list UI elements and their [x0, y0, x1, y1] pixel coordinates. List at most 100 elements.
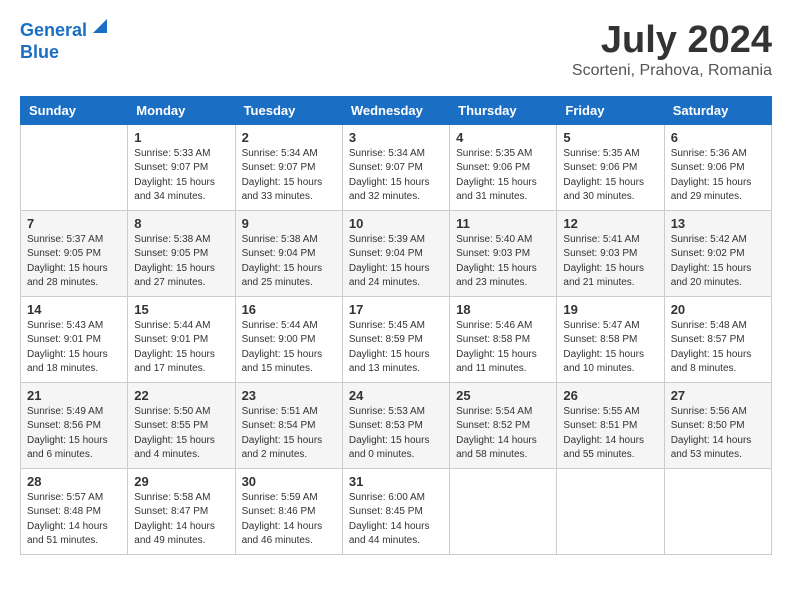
calendar-cell: 1Sunrise: 5:33 AMSunset: 9:07 PMDaylight… [128, 124, 235, 210]
day-info: Sunrise: 5:53 AMSunset: 8:53 PMDaylight:… [349, 405, 443, 463]
weekday-header: Wednesday [342, 96, 449, 124]
day-info: Sunrise: 5:34 AMSunset: 9:07 PMDaylight:… [349, 147, 443, 205]
calendar-cell: 25 Sunrise: 5:54 AMSunset: 8:52 PMDayligh… [450, 382, 557, 468]
calendar-week-row: 28Sunrise: 5:57 AMSunset: 8:48 PMDayligh… [21, 468, 772, 554]
page-header: General Blue July 2024 Scorteni, Prahova… [20, 20, 772, 80]
day-info: Sunrise: 5:38 AMSunset: 9:04 PMDaylight:… [242, 233, 336, 291]
day-info: Sunrise: 5:42 AMSunset: 9:02 PMDaylight:… [671, 233, 765, 291]
day-number: 1 [134, 130, 228, 145]
day-number: 17 [349, 302, 443, 317]
calendar-week-row: 14 Sunrise: 5:43 AMSunset: 9:01 PMDayligh… [21, 296, 772, 382]
day-number: 9 [242, 216, 336, 231]
day-number: 31 [349, 474, 443, 489]
day-number: 28 [27, 474, 121, 489]
calendar-cell: 29 Sunrise: 5:58 AMSunset: 8:47 PMDayligh… [128, 468, 235, 554]
calendar-cell: 31 Sunrise: 6:00 AMSunset: 8:45 PMDayligh… [342, 468, 449, 554]
calendar-cell: 12Sunrise: 5:41 AMSunset: 9:03 PMDayligh… [557, 210, 664, 296]
day-info: Sunrise: 5:56 AMSunset: 8:50 PMDaylight:… [671, 405, 765, 463]
day-number: 29 [134, 474, 228, 489]
day-number: 4 [456, 130, 550, 145]
subtitle: Scorteni, Prahova, Romania [572, 62, 772, 80]
day-info: Sunrise: 5:40 AMSunset: 9:03 PMDaylight:… [456, 233, 550, 291]
day-number: 2 [242, 130, 336, 145]
logo: General Blue [20, 20, 107, 63]
logo-text: General [20, 20, 87, 42]
calendar-cell: 6 Sunrise: 5:36 AMSunset: 9:06 PMDaylight… [664, 124, 771, 210]
day-info: Sunrise: 5:47 AMSunset: 8:58 PMDaylight:… [563, 319, 657, 377]
day-number: 11 [456, 216, 550, 231]
day-number: 27 [671, 388, 765, 403]
day-info: Sunrise: 5:44 AMSunset: 9:00 PMDaylight:… [242, 319, 336, 377]
calendar-cell: 24 Sunrise: 5:53 AMSunset: 8:53 PMDayligh… [342, 382, 449, 468]
calendar-cell: 19Sunrise: 5:47 AMSunset: 8:58 PMDayligh… [557, 296, 664, 382]
calendar-cell: 18 Sunrise: 5:46 AMSunset: 8:58 PMDayligh… [450, 296, 557, 382]
day-info: Sunrise: 5:58 AMSunset: 8:47 PMDaylight:… [134, 491, 228, 549]
day-info: Sunrise: 5:38 AMSunset: 9:05 PMDaylight:… [134, 233, 228, 291]
day-info: Sunrise: 5:43 AMSunset: 9:01 PMDaylight:… [27, 319, 121, 377]
calendar-cell: 13 Sunrise: 5:42 AMSunset: 9:02 PMDayligh… [664, 210, 771, 296]
day-info: Sunrise: 5:54 AMSunset: 8:52 PMDaylight:… [456, 405, 550, 463]
day-info: Sunrise: 5:46 AMSunset: 8:58 PMDaylight:… [456, 319, 550, 377]
weekday-header: Thursday [450, 96, 557, 124]
day-info: Sunrise: 5:36 AMSunset: 9:06 PMDaylight:… [671, 147, 765, 205]
day-number: 26 [563, 388, 657, 403]
calendar-cell: 4 Sunrise: 5:35 AMSunset: 9:06 PMDaylight… [450, 124, 557, 210]
day-number: 6 [671, 130, 765, 145]
main-title: July 2024 [572, 20, 772, 62]
calendar-cell: 10Sunrise: 5:39 AMSunset: 9:04 PMDayligh… [342, 210, 449, 296]
calendar-cell: 8 Sunrise: 5:38 AMSunset: 9:05 PMDaylight… [128, 210, 235, 296]
day-number: 18 [456, 302, 550, 317]
title-block: July 2024 Scorteni, Prahova, Romania [572, 20, 772, 80]
calendar-cell: 20 Sunrise: 5:48 AMSunset: 8:57 PMDayligh… [664, 296, 771, 382]
calendar-cell: 5 Sunrise: 5:35 AMSunset: 9:06 PMDaylight… [557, 124, 664, 210]
day-number: 13 [671, 216, 765, 231]
calendar-header-row: SundayMondayTuesdayWednesdayThursdayFrid… [21, 96, 772, 124]
calendar-cell: 22Sunrise: 5:50 AMSunset: 8:55 PMDayligh… [128, 382, 235, 468]
calendar-table: SundayMondayTuesdayWednesdayThursdayFrid… [20, 96, 772, 555]
day-number: 25 [456, 388, 550, 403]
calendar-cell [21, 124, 128, 210]
calendar-cell: 16 Sunrise: 5:44 AMSunset: 9:00 PMDayligh… [235, 296, 342, 382]
day-number: 5 [563, 130, 657, 145]
day-number: 24 [349, 388, 443, 403]
weekday-header: Friday [557, 96, 664, 124]
calendar-cell: 28Sunrise: 5:57 AMSunset: 8:48 PMDayligh… [21, 468, 128, 554]
weekday-header: Saturday [664, 96, 771, 124]
day-info: Sunrise: 5:55 AMSunset: 8:51 PMDaylight:… [563, 405, 657, 463]
day-number: 3 [349, 130, 443, 145]
day-info: Sunrise: 5:51 AMSunset: 8:54 PMDaylight:… [242, 405, 336, 463]
calendar-cell: 14 Sunrise: 5:43 AMSunset: 9:01 PMDayligh… [21, 296, 128, 382]
day-info: Sunrise: 5:35 AMSunset: 9:06 PMDaylight:… [563, 147, 657, 205]
calendar-cell [557, 468, 664, 554]
day-info: Sunrise: 5:45 AMSunset: 8:59 PMDaylight:… [349, 319, 443, 377]
day-info: Sunrise: 6:00 AMSunset: 8:45 PMDaylight:… [349, 491, 443, 549]
day-number: 14 [27, 302, 121, 317]
day-info: Sunrise: 5:48 AMSunset: 8:57 PMDaylight:… [671, 319, 765, 377]
day-number: 20 [671, 302, 765, 317]
day-info: Sunrise: 5:41 AMSunset: 9:03 PMDaylight:… [563, 233, 657, 291]
calendar-cell: 26 Sunrise: 5:55 AMSunset: 8:51 PMDayligh… [557, 382, 664, 468]
calendar-week-row: 7Sunrise: 5:37 AMSunset: 9:05 PMDaylight… [21, 210, 772, 296]
day-info: Sunrise: 5:34 AMSunset: 9:07 PMDaylight:… [242, 147, 336, 205]
day-info: Sunrise: 5:35 AMSunset: 9:06 PMDaylight:… [456, 147, 550, 205]
calendar-cell [450, 468, 557, 554]
calendar-cell: 30Sunrise: 5:59 AMSunset: 8:46 PMDayligh… [235, 468, 342, 554]
calendar-cell: 2 Sunrise: 5:34 AMSunset: 9:07 PMDaylight… [235, 124, 342, 210]
calendar-week-row: 21Sunrise: 5:49 AMSunset: 8:56 PMDayligh… [21, 382, 772, 468]
calendar-week-row: 1Sunrise: 5:33 AMSunset: 9:07 PMDaylight… [21, 124, 772, 210]
calendar-cell: 7Sunrise: 5:37 AMSunset: 9:05 PMDaylight… [21, 210, 128, 296]
weekday-header: Monday [128, 96, 235, 124]
day-number: 7 [27, 216, 121, 231]
calendar-cell: 27 Sunrise: 5:56 AMSunset: 8:50 PMDayligh… [664, 382, 771, 468]
calendar-cell: 21Sunrise: 5:49 AMSunset: 8:56 PMDayligh… [21, 382, 128, 468]
calendar-cell: 17 Sunrise: 5:45 AMSunset: 8:59 PMDayligh… [342, 296, 449, 382]
weekday-header: Sunday [21, 96, 128, 124]
calendar-cell: 15Sunrise: 5:44 AMSunset: 9:01 PMDayligh… [128, 296, 235, 382]
calendar-cell: 9 Sunrise: 5:38 AMSunset: 9:04 PMDaylight… [235, 210, 342, 296]
calendar-cell: 11 Sunrise: 5:40 AMSunset: 9:03 PMDayligh… [450, 210, 557, 296]
day-number: 8 [134, 216, 228, 231]
logo-icon [89, 19, 107, 37]
day-info: Sunrise: 5:49 AMSunset: 8:56 PMDaylight:… [27, 405, 121, 463]
calendar-cell: 23Sunrise: 5:51 AMSunset: 8:54 PMDayligh… [235, 382, 342, 468]
day-number: 16 [242, 302, 336, 317]
